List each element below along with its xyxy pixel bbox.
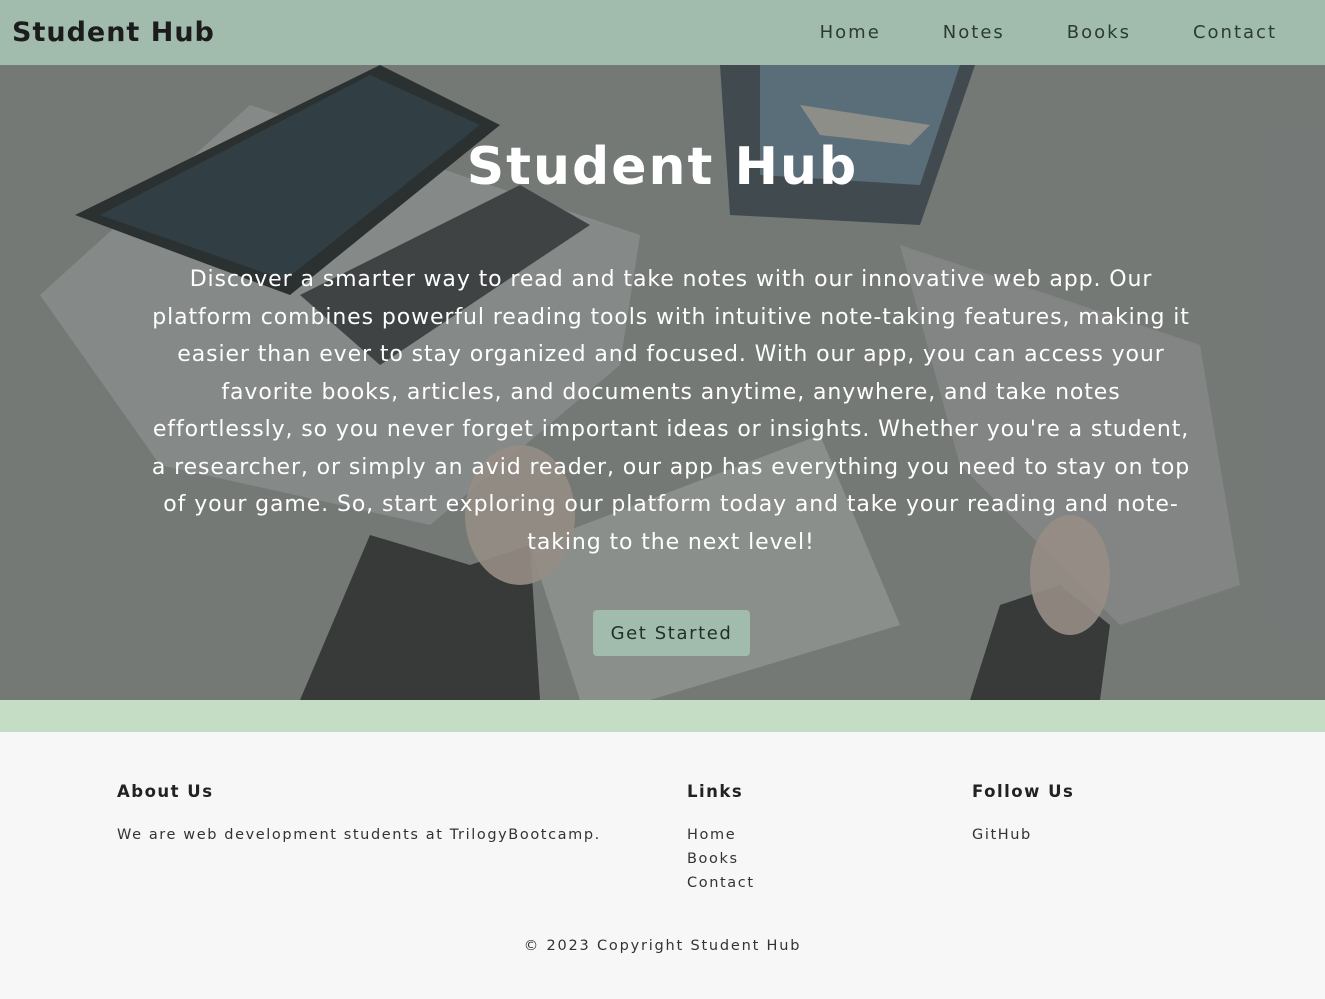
footer-link-home[interactable]: Home <box>687 823 755 847</box>
footer-links-section: Links Home Books Contact <box>687 782 755 895</box>
nav-link-contact[interactable]: Contact <box>1193 22 1277 43</box>
footer: About Us We are web development students… <box>0 732 1325 999</box>
footer-follow-section: Follow Us GitHub <box>972 782 1074 847</box>
footer-link-github[interactable]: GitHub <box>972 823 1074 847</box>
nav-link-books[interactable]: Books <box>1067 22 1131 43</box>
nav-link-notes[interactable]: Notes <box>943 22 1005 43</box>
top-navbar: Student Hub Home Notes Books Contact <box>0 0 1325 65</box>
hero-section: Student Hub Discover a smarter way to re… <box>0 65 1325 700</box>
footer-links-heading: Links <box>687 782 744 801</box>
nav-link-home[interactable]: Home <box>820 22 881 43</box>
footer-link-books[interactable]: Books <box>687 847 755 871</box>
footer-about-section: About Us We are web development students… <box>117 782 601 847</box>
copyright-text: © 2023 Copyright Student Hub <box>523 938 802 954</box>
footer-about-heading: About Us <box>117 782 214 801</box>
nav-links: Home Notes Books Contact <box>820 22 1277 43</box>
hero-description: Discover a smarter way to read and take … <box>151 267 1191 555</box>
divider-band <box>0 700 1325 732</box>
brand-logo-text[interactable]: Student Hub <box>12 17 215 48</box>
footer-follow-heading: Follow Us <box>972 782 1075 801</box>
hero-title: Student Hub <box>466 137 859 197</box>
get-started-button[interactable]: Get Started <box>593 610 750 656</box>
footer-about-text: We are web development students at Trilo… <box>117 827 601 843</box>
footer-link-contact[interactable]: Contact <box>687 871 755 895</box>
